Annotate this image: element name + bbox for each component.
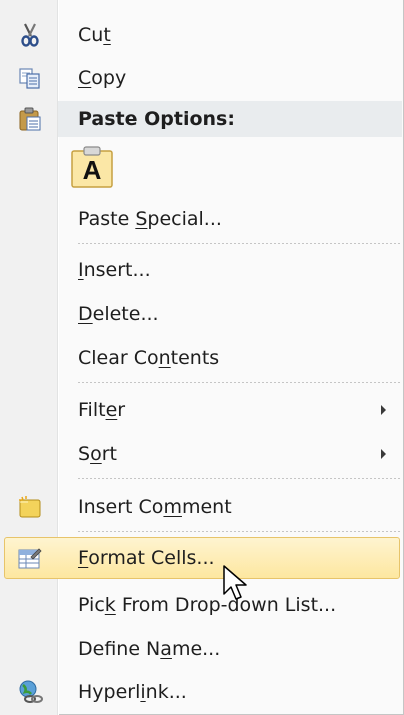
menu-item-label: Insert... (78, 259, 151, 281)
menu-item-define-name[interactable]: Define Name... (0, 629, 404, 669)
menu-separator (78, 478, 400, 479)
menu-item-filter[interactable]: Filter (0, 390, 404, 430)
menu-item-label: Format Cells... (78, 547, 215, 569)
paste-options-header: Paste Options: (0, 99, 404, 139)
menu-item-format-cells[interactable]: Format Cells... (0, 538, 404, 578)
comment-icon (17, 494, 43, 520)
menu-separator (78, 531, 400, 532)
menu-item-label: Cut (78, 24, 111, 46)
menu-item-sort[interactable]: Sort (0, 434, 404, 474)
menu-item-label: Paste Special... (78, 208, 222, 230)
menu-item-pick-from-list[interactable]: Pick From Drop-down List... (0, 585, 404, 625)
menu-item-label: Delete... (78, 303, 159, 325)
mouse-cursor-icon (222, 564, 250, 604)
paste-options-label: Paste Options: (78, 108, 235, 130)
menu-item-clear-contents[interactable]: Clear Contents (0, 338, 404, 378)
scissors-icon (17, 22, 43, 48)
menu-separator (78, 243, 400, 244)
menu-item-label: Insert Comment (78, 496, 232, 518)
context-menu: Cut Copy Paste Options: A Paste Special.… (0, 0, 404, 715)
paste-keep-text-only-button[interactable]: A (70, 145, 114, 189)
menu-item-cut[interactable]: Cut (0, 15, 404, 55)
menu-item-label: Pick From Drop-down List... (78, 594, 337, 616)
menu-item-label: Copy (78, 67, 127, 89)
menu-item-copy[interactable]: Copy (0, 58, 404, 98)
clipboard-paste-icon (17, 106, 43, 132)
hyperlink-globe-icon (17, 679, 43, 705)
menu-item-label: Sort (78, 443, 117, 465)
menu-item-insert[interactable]: Insert... (0, 250, 404, 290)
copy-icon (17, 65, 43, 91)
format-cells-icon (17, 545, 43, 571)
menu-item-label: Filter (78, 399, 126, 421)
menu-item-paste-special[interactable]: Paste Special... (0, 199, 404, 239)
menu-item-label: Clear Contents (78, 347, 220, 369)
menu-item-insert-comment[interactable]: Insert Comment (0, 487, 404, 527)
menu-separator (78, 382, 400, 383)
submenu-arrow-icon (381, 449, 386, 459)
submenu-arrow-icon (381, 405, 386, 415)
menu-item-label: Hyperlink... (78, 681, 187, 703)
menu-item-hyperlink[interactable]: Hyperlink... (0, 672, 404, 712)
menu-item-delete[interactable]: Delete... (0, 294, 404, 334)
paste-text-glyph: A (82, 155, 102, 185)
menu-item-label: Define Name... (78, 638, 221, 660)
